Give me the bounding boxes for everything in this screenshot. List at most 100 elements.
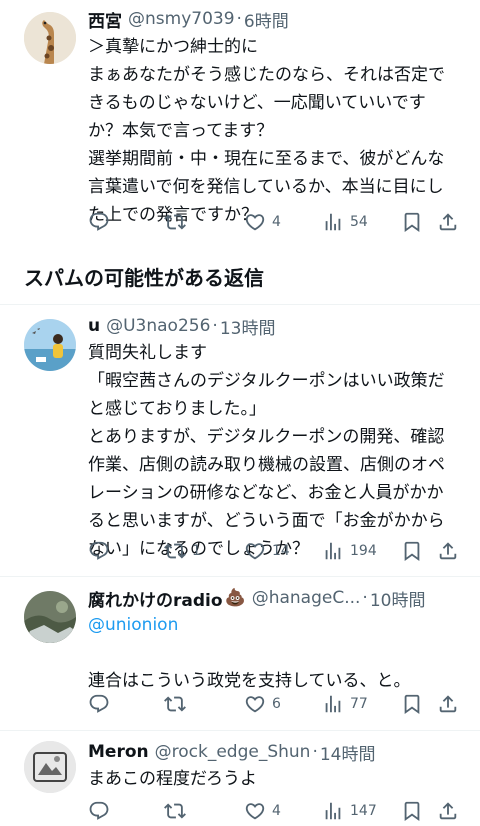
tweet-line: とありますが、デジタルクーポンの開発、確認 — [88, 427, 445, 447]
display-name[interactable]: u — [88, 316, 100, 336]
like-icon — [244, 540, 266, 562]
like-count: 6 — [272, 696, 281, 712]
avatar[interactable] — [24, 591, 76, 643]
like-icon — [244, 693, 266, 715]
tweet-line: きるものじゃないけど、一応聞いていいです — [88, 93, 426, 113]
display-name[interactable]: 腐れかけのradio — [88, 586, 223, 611]
reply-icon — [88, 800, 110, 822]
bookmark-icon — [401, 693, 423, 715]
bookmark-button[interactable] — [401, 692, 423, 716]
tweet-header: Meron @rock_edge_Shun · 14時間 — [88, 739, 376, 765]
user-handle[interactable]: @hanageC... — [252, 588, 361, 608]
view-count: 194 — [350, 543, 377, 559]
user-handle[interactable]: @nsmy7039 — [128, 9, 235, 29]
views-icon — [322, 800, 344, 822]
reply-tweet[interactable]: u @U3nao256 · 13時間 質問失礼します 「暇空茜さんのデジタルクー… — [0, 305, 480, 575]
views-icon — [322, 540, 344, 562]
share-icon — [437, 211, 459, 233]
retweet-count: 1 — [192, 543, 201, 559]
section-heading: スパムの可能性がある返信 — [24, 266, 264, 290]
reply-tweet[interactable]: Meron @rock_edge_Shun · 14時間 まあこの程度だろうよ … — [0, 731, 480, 826]
time-separator: · — [236, 9, 242, 29]
tweet-line: 選挙期間前・中・現在に至るまで、彼がどんな — [88, 149, 445, 169]
share-icon — [437, 693, 459, 715]
reply-tweet[interactable]: 腐れかけのradio 💩 @hanageC... · 10時間 @unionio… — [0, 577, 480, 727]
tweet-text: 質問失礼します 「暇空茜さんのデジタルクーポンはいい政策だ と感じておりました。… — [88, 339, 463, 563]
share-button[interactable] — [437, 692, 459, 716]
avatar[interactable] — [24, 319, 76, 371]
tweet-actions: 1 14 194 — [88, 539, 460, 563]
like-button[interactable]: 4 — [244, 799, 281, 823]
tweet-actions: 4 54 — [88, 210, 460, 234]
view-count: 147 — [350, 803, 377, 819]
tweet-line: ると思いますが、どういう面で「お金がかから — [88, 511, 445, 531]
retweet-button[interactable] — [164, 799, 192, 823]
retweet-button[interactable]: 1 — [164, 539, 201, 563]
retweet-icon — [164, 693, 186, 715]
views-button[interactable]: 147 — [322, 799, 377, 823]
views-button[interactable]: 194 — [322, 539, 377, 563]
timestamp[interactable]: 6時間 — [244, 7, 289, 32]
tweet-line: と感じておりました。」 — [88, 399, 266, 419]
tweet-line: 言葉遣いで何を発信しているか、本当に目にし — [88, 177, 444, 197]
share-icon — [437, 540, 459, 562]
like-count: 4 — [272, 214, 281, 230]
like-button[interactable]: 4 — [244, 210, 281, 234]
bookmark-icon — [401, 540, 423, 562]
bookmark-button[interactable] — [401, 539, 423, 563]
mention-link[interactable]: @unionion — [88, 611, 463, 639]
tweet-line: か？本気で言ってます？ — [88, 121, 274, 141]
tweet-text: まあこの程度だろうよ — [88, 765, 463, 793]
reply-icon — [88, 540, 110, 562]
views-icon — [322, 211, 344, 233]
tweet-line: 「暇空茜さんのデジタルクーポンはいい政策だ — [88, 371, 445, 391]
tweet-line: 作業、店側の読み取り機械の設置、店側のオペ — [88, 455, 445, 475]
bookmark-button[interactable] — [401, 799, 423, 823]
share-button[interactable] — [437, 799, 459, 823]
time-separator: · — [212, 316, 218, 336]
views-button[interactable]: 54 — [322, 210, 368, 234]
avatar[interactable] — [24, 741, 76, 793]
like-icon — [244, 211, 266, 233]
like-button[interactable]: 6 — [244, 692, 281, 716]
views-icon — [322, 693, 344, 715]
timestamp[interactable]: 10時間 — [370, 586, 426, 611]
retweet-icon — [164, 211, 186, 233]
view-count: 54 — [350, 214, 368, 230]
reply-button[interactable] — [88, 692, 116, 716]
like-count: 14 — [272, 543, 290, 559]
timestamp[interactable]: 13時間 — [220, 314, 276, 339]
reply-button[interactable] — [88, 539, 116, 563]
tweet-text: @unionion 連合はこういう政党を支持している、と。 — [88, 611, 463, 695]
avatar[interactable] — [24, 12, 76, 64]
views-button[interactable]: 77 — [322, 692, 368, 716]
share-button[interactable] — [437, 210, 459, 234]
timestamp[interactable]: 14時間 — [320, 740, 376, 765]
retweet-icon — [164, 800, 186, 822]
reply-icon — [88, 693, 110, 715]
reply-tweet[interactable]: 西宮 @nsmy7039 · 6時間 ＞真摯にかつ紳士的に まぁあなたがそう感じ… — [0, 0, 480, 240]
bookmark-button[interactable] — [401, 210, 423, 234]
display-name[interactable]: Meron — [88, 742, 149, 762]
reply-button[interactable] — [88, 799, 116, 823]
tweet-line: まぁあなたがそう感じたのなら、それは否定で — [88, 65, 445, 85]
tweet-line: 連合はこういう政党を支持している、と。 — [88, 671, 411, 691]
retweet-button[interactable] — [164, 692, 192, 716]
tweet-actions: 6 77 — [88, 692, 460, 716]
tweet-line: ＞真摯にかつ紳士的に — [88, 37, 258, 57]
time-separator: · — [362, 588, 368, 608]
like-icon — [244, 800, 266, 822]
bookmark-icon — [401, 211, 423, 233]
tweet-text: ＞真摯にかつ紳士的に まぁあなたがそう感じたのなら、それは否定で きるものじゃな… — [88, 33, 463, 229]
display-name[interactable]: 西宮 — [88, 7, 122, 32]
user-handle[interactable]: @rock_edge_Shun — [155, 742, 311, 762]
reply-button[interactable] — [88, 210, 116, 234]
retweet-button[interactable] — [164, 210, 192, 234]
poop-emoji-icon: 💩 — [224, 588, 246, 608]
user-handle[interactable]: @U3nao256 — [106, 316, 210, 336]
share-button[interactable] — [437, 539, 459, 563]
retweet-icon — [164, 540, 186, 562]
like-count: 4 — [272, 803, 281, 819]
like-button[interactable]: 14 — [244, 539, 290, 563]
